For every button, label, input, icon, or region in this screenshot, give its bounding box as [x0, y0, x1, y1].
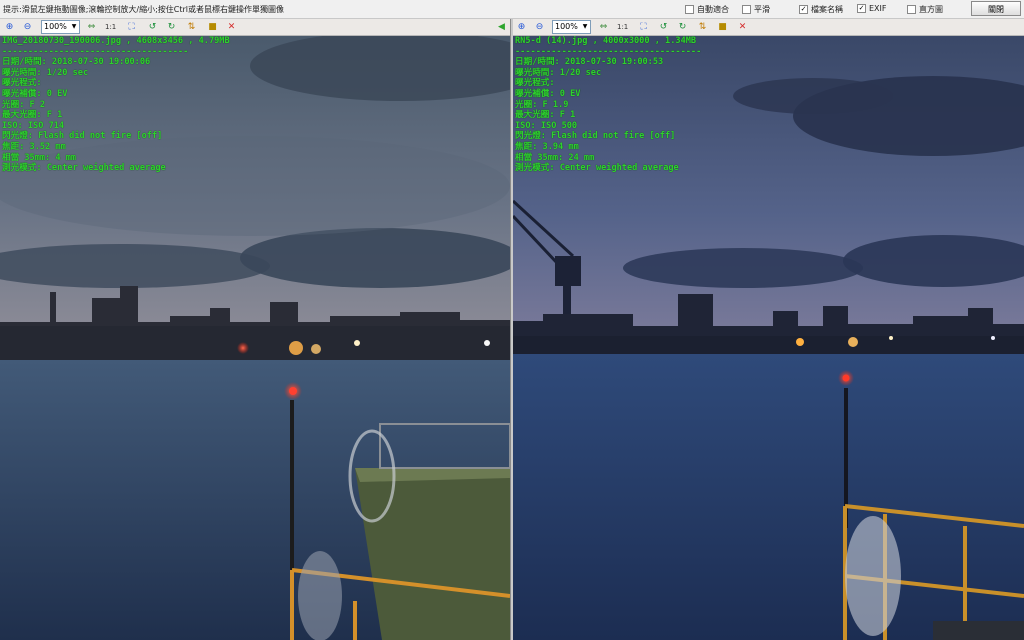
- exif-datetime: 日期/時間: 2018-07-30 19:00:53: [515, 57, 664, 68]
- right-exif-overlay: RN5-d (14).jpg , 4000x3000 , 1.34MB ----…: [515, 36, 701, 174]
- left-image-view[interactable]: IMG_20180730_190006.jpg , 4608x3456 , 4.…: [0, 36, 510, 640]
- exif-exposure-program: 曝光程式:: [2, 78, 42, 89]
- rotate-left-icon[interactable]: ↺: [658, 22, 669, 33]
- exif-aperture: 光圈: F 1.9: [515, 99, 569, 110]
- flip-icon[interactable]: ⇅: [186, 22, 197, 33]
- option-filename[interactable]: ✓ 檔案名稱: [799, 4, 843, 15]
- chevron-down-icon: ▼: [582, 23, 588, 30]
- exif-exposure-time: 曝光時間: 1/20 sec: [2, 67, 89, 78]
- rotate-left-icon[interactable]: ↺: [147, 22, 158, 33]
- exif-filename: IMG_20180730_190006.jpg , 4608x3456 , 4.…: [2, 36, 230, 46]
- auto-fit-checkbox[interactable]: [685, 5, 694, 14]
- zoom-in-icon[interactable]: ⊕: [4, 22, 15, 33]
- exif-separator: ------------------------------------: [2, 46, 189, 57]
- exif-aperture: 光圈: F 2: [2, 99, 46, 110]
- exif-exposure-time: 曝光時間: 1/20 sec: [515, 67, 602, 78]
- close-image-icon[interactable]: ✕: [226, 22, 237, 33]
- exif-exposure-program: 曝光程式:: [515, 78, 555, 89]
- histogram-checkbox[interactable]: [907, 5, 916, 14]
- full-screen-icon[interactable]: ⛶: [126, 22, 137, 33]
- save-icon[interactable]: ■: [717, 22, 728, 33]
- zoom-in-icon[interactable]: ⊕: [516, 22, 527, 33]
- exif-max-aperture: 最大光圈: F 1: [2, 110, 63, 121]
- right-toolbar: ⊕ ⊖ 100% ▼ ⇔ 1:1 ⛶ ↺ ↻ ⇅ ■ ✕: [513, 19, 1024, 36]
- close-image-icon[interactable]: ✕: [737, 22, 748, 33]
- exif-35mm-equiv: 相當 35mm: 4 mm: [2, 152, 77, 163]
- left-zoom-select[interactable]: 100% ▼: [41, 20, 80, 34]
- filename-checkbox[interactable]: ✓: [799, 5, 808, 14]
- usage-hint: 提示:滑鼠左鍵拖動圖像;滾輪控制放大/縮小;按住Ctrl或者鼠標右鍵操作單獨圖像: [3, 5, 285, 14]
- exif-metering-mode: 測光模式: Center weighted average: [515, 163, 679, 174]
- close-button[interactable]: 關閉: [971, 1, 1021, 16]
- smooth-checkbox[interactable]: [742, 5, 751, 14]
- actual-size-button[interactable]: 1:1: [105, 23, 116, 31]
- save-icon[interactable]: ■: [207, 22, 218, 33]
- exif-flash: 閃光燈: Flash did not fire [off]: [515, 131, 676, 142]
- option-exif[interactable]: ✓ EXIF: [857, 4, 887, 13]
- exif-focal-length: 焦距: 3.94 mm: [515, 141, 579, 152]
- exif-focal-length: 焦距: 3.52 mm: [2, 141, 66, 152]
- fit-icon[interactable]: ⇔: [86, 22, 97, 33]
- exif-exposure-bias: 曝光補償: 0 EV: [2, 88, 68, 99]
- exif-iso: ISO: ISO 500: [515, 120, 578, 131]
- exif-exposure-bias: 曝光補償: 0 EV: [515, 88, 581, 99]
- left-exif-overlay: IMG_20180730_190006.jpg , 4608x3456 , 4.…: [2, 36, 230, 174]
- fit-icon[interactable]: ⇔: [598, 22, 609, 33]
- rotate-right-icon[interactable]: ↻: [166, 22, 177, 33]
- exif-metering-mode: 測光模式: Center weighted average: [2, 163, 166, 174]
- rotate-right-icon[interactable]: ↻: [677, 22, 688, 33]
- zoom-out-icon[interactable]: ⊖: [22, 22, 33, 33]
- option-smooth[interactable]: 平滑: [742, 4, 770, 15]
- top-bar: 提示:滑鼠左鍵拖動圖像;滾輪控制放大/縮小;按住Ctrl或者鼠標右鍵操作單獨圖像…: [0, 0, 1024, 19]
- exif-separator: ------------------------------------: [515, 46, 702, 57]
- option-auto-fit[interactable]: 自動適合: [685, 4, 729, 15]
- exif-filename: RN5-d (14).jpg , 4000x3000 , 1.34MB: [515, 36, 697, 46]
- actual-size-button[interactable]: 1:1: [617, 23, 628, 31]
- exif-35mm-equiv: 相當 35mm: 24 mm: [515, 152, 595, 163]
- left-toolbar: ⊕ ⊖ 100% ▼ ⇔ 1:1 ⛶ ↺ ↻ ⇅ ■ ✕ ◀: [0, 19, 510, 36]
- right-zoom-select[interactable]: 100% ▼: [552, 20, 591, 34]
- exif-max-aperture: 最大光圈: F 1: [515, 110, 576, 121]
- full-screen-icon[interactable]: ⛶: [638, 22, 649, 33]
- exif-flash: 閃光燈: Flash did not fire [off]: [2, 131, 163, 142]
- zoom-out-icon[interactable]: ⊖: [534, 22, 545, 33]
- option-histogram[interactable]: 直方圖: [907, 4, 943, 15]
- exif-datetime: 日期/時間: 2018-07-30 19:00:06: [2, 57, 151, 68]
- right-image-view[interactable]: RN5-d (14).jpg , 4000x3000 , 1.34MB ----…: [513, 36, 1024, 640]
- chevron-down-icon: ▼: [71, 23, 77, 30]
- sync-arrow-icon[interactable]: ◀: [496, 22, 507, 33]
- flip-icon[interactable]: ⇅: [697, 22, 708, 33]
- exif-iso: ISO: ISO 714: [2, 120, 65, 131]
- exif-checkbox[interactable]: ✓: [857, 4, 866, 13]
